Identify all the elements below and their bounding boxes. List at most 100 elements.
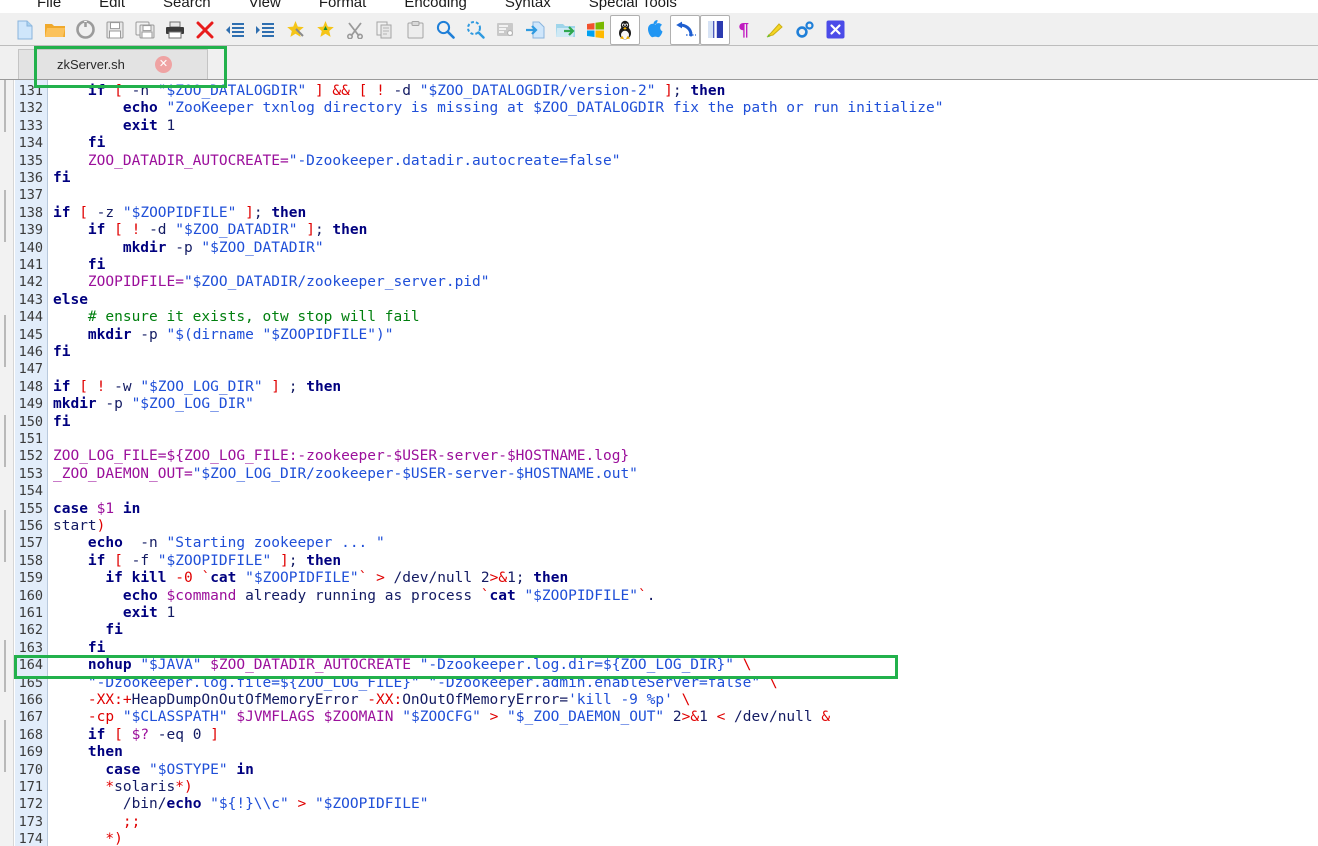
save-icon[interactable]: [100, 15, 130, 45]
code-text-area[interactable]: if [ -n "$ZOO_DATALOGDIR" ] && [ ! -d "$…: [49, 80, 1318, 846]
ftp-download-icon[interactable]: [550, 15, 580, 45]
pilcrow-icon[interactable]: ¶: [730, 15, 760, 45]
code-line[interactable]: fi: [53, 170, 70, 187]
code-line[interactable]: if kill -0 `cat "$ZOOPIDFILE"` > /dev/nu…: [53, 570, 568, 587]
paste-icon[interactable]: [400, 15, 430, 45]
code-line[interactable]: _ZOO_DAEMON_OUT="$ZOO_LOG_DIR/zookeeper-…: [53, 466, 638, 483]
fold-tick[interactable]: [4, 640, 6, 692]
bookmark-toggle-icon[interactable]: [280, 15, 310, 45]
code-line[interactable]: nohup "$JAVA" $ZOO_DATADIR_AUTOCREATE "-…: [53, 657, 751, 674]
menu-item-view[interactable]: View: [230, 0, 300, 13]
code-line[interactable]: "-Dzookeeper.log.file=${ZOO_LOG_FILE}" "…: [53, 675, 778, 692]
list-icon[interactable]: [490, 15, 520, 45]
token-plain: already running as process: [236, 588, 480, 604]
code-line[interactable]: case $1 in: [53, 501, 140, 518]
undo-icon[interactable]: [670, 15, 700, 45]
fold-tick[interactable]: [4, 415, 6, 467]
column-view-icon[interactable]: [700, 15, 730, 45]
menu-item-format[interactable]: Format: [300, 0, 386, 13]
menu-item-encoding[interactable]: Encoding: [385, 0, 486, 13]
code-line[interactable]: -cp "$CLASSPATH" $JVMFLAGS $ZOOMAIN "$ZO…: [53, 709, 830, 726]
tab-zkserver-sh[interactable]: zkServer.sh ✕: [18, 49, 208, 79]
replace-icon[interactable]: [460, 15, 490, 45]
windows-logo-icon[interactable]: [580, 15, 610, 45]
outdent-icon[interactable]: [220, 15, 250, 45]
line-number: 137: [19, 187, 43, 204]
code-line[interactable]: fi: [53, 344, 70, 361]
code-line[interactable]: fi: [53, 640, 105, 657]
tab-close-icon[interactable]: ✕: [155, 56, 172, 73]
cut-icon[interactable]: [340, 15, 370, 45]
indent-icon[interactable]: [250, 15, 280, 45]
menu-item-search[interactable]: Search: [144, 0, 230, 13]
print-icon[interactable]: [160, 15, 190, 45]
code-line[interactable]: ZOO_DATADIR_AUTOCREATE="-Dzookeeper.data…: [53, 153, 620, 170]
find-icon[interactable]: [430, 15, 460, 45]
code-line[interactable]: else: [53, 292, 88, 309]
ftp-upload-icon[interactable]: [520, 15, 550, 45]
fold-tick[interactable]: [4, 190, 6, 242]
code-line[interactable]: *solaris*): [53, 779, 193, 796]
code-line[interactable]: then: [53, 744, 123, 761]
code-line[interactable]: fi: [53, 622, 123, 639]
token-kw: if: [88, 83, 105, 99]
fold-tick[interactable]: [4, 720, 6, 772]
bookmark-next-icon[interactable]: [310, 15, 340, 45]
fold-gutter[interactable]: [0, 80, 14, 846]
apple-logo-icon[interactable]: [640, 15, 670, 45]
reload-icon[interactable]: [70, 15, 100, 45]
code-line[interactable]: exit 1: [53, 605, 175, 622]
code-line[interactable]: exit 1: [53, 118, 175, 135]
code-line[interactable]: fi: [53, 135, 105, 152]
new-file-icon[interactable]: [10, 15, 40, 45]
code-line[interactable]: mkdir -p "$(dirname "$ZOOPIDFILE")": [53, 327, 393, 344]
line-number: 162: [19, 622, 43, 639]
open-folder-icon[interactable]: [40, 15, 70, 45]
code-line[interactable]: echo "ZooKeeper txnlog directory is miss…: [53, 100, 943, 117]
code-line[interactable]: -XX:+HeapDumpOnOutOfMemoryError -XX:OnOu…: [53, 692, 690, 709]
close-red-x-icon[interactable]: [190, 15, 220, 45]
code-line[interactable]: if [ ! -w "$ZOO_LOG_DIR" ] ; then: [53, 379, 341, 396]
token-plain: -f: [123, 553, 158, 569]
code-line[interactable]: mkdir -p "$ZOO_LOG_DIR": [53, 396, 254, 413]
code-line[interactable]: echo $command already running as process…: [53, 588, 655, 605]
save-all-icon[interactable]: [130, 15, 160, 45]
menu-item-special-tools[interactable]: Special Tools: [570, 0, 696, 13]
linux-tux-icon[interactable]: [610, 15, 640, 45]
code-line[interactable]: *): [53, 831, 123, 846]
token-plain: ;: [315, 222, 332, 238]
code-line[interactable]: echo -n "Starting zookeeper ... ": [53, 535, 385, 552]
menu-item-syntax[interactable]: Syntax: [486, 0, 570, 13]
fold-tick[interactable]: [4, 315, 6, 367]
token-plain: [53, 605, 123, 621]
token-plain: [53, 240, 123, 256]
code-line[interactable]: ZOO_LOG_FILE=${ZOO_LOG_FILE:-zookeeper-$…: [53, 448, 629, 465]
code-line[interactable]: ;;: [53, 814, 140, 831]
line-number: 142: [19, 274, 43, 291]
highlighter-icon[interactable]: [760, 15, 790, 45]
code-line[interactable]: /bin/echo "${!}\\c" > "$ZOOPIDFILE": [53, 796, 428, 813]
code-line[interactable]: # ensure it exists, otw stop will fail: [53, 309, 420, 326]
code-line[interactable]: case "$OSTYPE" in: [53, 762, 254, 779]
close-x-blue-icon[interactable]: [820, 15, 850, 45]
code-line[interactable]: if [ $? -eq 0 ]: [53, 727, 219, 744]
code-line[interactable]: if [ -n "$ZOO_DATALOGDIR" ] && [ ! -d "$…: [53, 83, 725, 100]
code-line[interactable]: if [ -f "$ZOOPIDFILE" ]; then: [53, 553, 341, 570]
code-line[interactable]: start): [53, 518, 105, 535]
menu-item-edit[interactable]: Edit: [80, 0, 144, 13]
fold-tick[interactable]: [4, 510, 6, 562]
code-line[interactable]: fi: [53, 414, 70, 431]
menu-item-file[interactable]: File: [18, 0, 80, 13]
line-number: 131: [19, 83, 43, 100]
settings-gears-icon[interactable]: [790, 15, 820, 45]
code-line[interactable]: if [ ! -d "$ZOO_DATADIR" ]; then: [53, 222, 367, 239]
editor-pane[interactable]: 1311321331341351361371381391401411421431…: [0, 80, 1318, 846]
code-line[interactable]: fi: [53, 257, 105, 274]
code-line[interactable]: if [ -z "$ZOOPIDFILE" ]; then: [53, 205, 306, 222]
token-plain: /dev/null: [725, 709, 821, 725]
copy-icon[interactable]: [370, 15, 400, 45]
fold-tick[interactable]: [4, 80, 6, 132]
code-line[interactable]: ZOOPIDFILE="$ZOO_DATADIR/zookeeper_serve…: [53, 274, 490, 291]
code-line[interactable]: mkdir -p "$ZOO_DATADIR": [53, 240, 324, 257]
token-kw: if: [88, 553, 105, 569]
